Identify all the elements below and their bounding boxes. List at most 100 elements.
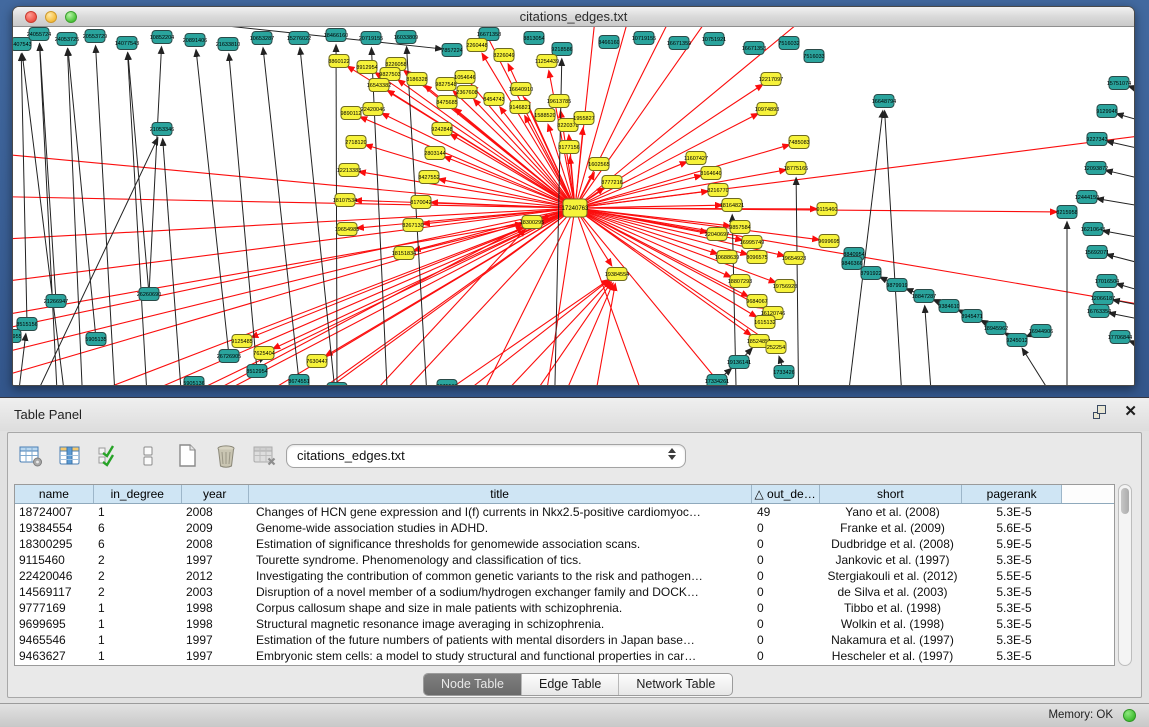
- graph-node[interactable]: 2367608: [456, 86, 477, 99]
- column-header-in_degree[interactable]: in_degree: [94, 485, 182, 503]
- graph-node[interactable]: 15751074: [1107, 77, 1131, 90]
- citation-edge-red[interactable]: [414, 208, 575, 250]
- graph-node[interactable]: 8813054: [523, 32, 544, 45]
- graph-node[interactable]: 8177156: [558, 141, 579, 154]
- graph-node[interactable]: 8475685: [436, 96, 457, 109]
- graph-node[interactable]: 2260448: [466, 39, 487, 52]
- column-header-year[interactable]: year: [182, 485, 249, 503]
- graph-node[interactable]: 18945962: [984, 322, 1008, 335]
- graph-node[interactable]: 20891406: [183, 34, 207, 47]
- citation-edge-black[interactable]: [22, 54, 69, 386]
- graph-node[interactable]: 1407543: [13, 38, 32, 51]
- graph-node[interactable]: 8186328: [406, 73, 427, 86]
- tab-node-table[interactable]: Node Table: [424, 674, 522, 695]
- graph-node[interactable]: 9115460: [816, 203, 837, 216]
- citation-edge-red[interactable]: [13, 208, 575, 386]
- citation-edge-black[interactable]: [1109, 313, 1134, 323]
- graph-node[interactable]: 24055724: [27, 28, 51, 41]
- citation-edge-red[interactable]: [13, 208, 575, 336]
- graph-node[interactable]: 15692071: [1085, 246, 1109, 259]
- graph-node[interactable]: 9245012: [1006, 334, 1027, 347]
- citation-edge-red[interactable]: [13, 196, 575, 208]
- citation-edge-red[interactable]: [249, 208, 575, 386]
- citation-edge-black[interactable]: [1129, 341, 1134, 353]
- graph-node[interactable]: 9857584: [729, 221, 750, 234]
- memory-ok-icon[interactable]: [1123, 709, 1136, 722]
- column-header-title[interactable]: title: [249, 485, 752, 503]
- table-row[interactable]: 969969511998Structural magnetic resonanc…: [15, 616, 1114, 632]
- graph-node[interactable]: 10852204: [150, 31, 174, 44]
- graph-node[interactable]: 16671353: [742, 42, 766, 55]
- citation-edge-red[interactable]: [575, 27, 734, 208]
- graph-node[interactable]: 10688639: [715, 251, 739, 264]
- graph-node[interactable]: 8215958: [1056, 206, 1077, 219]
- graph-node[interactable]: 1588520: [534, 109, 555, 122]
- graph-node[interactable]: 26260690: [137, 288, 161, 301]
- citation-edge-black[interactable]: [263, 48, 299, 381]
- graph-node[interactable]: 2803144: [424, 147, 445, 160]
- graph-node[interactable]: 19654985: [335, 223, 359, 236]
- graph-node[interactable]: 8164640: [700, 167, 721, 180]
- graph-node[interactable]: 16640910: [509, 83, 533, 96]
- graph-node[interactable]: 12213383: [337, 164, 361, 177]
- graph-node[interactable]: 9384610: [938, 300, 959, 313]
- graph-node[interactable]: 8226049: [493, 49, 514, 62]
- citation-edge-red[interactable]: [575, 131, 1134, 208]
- citation-edge-black[interactable]: [1103, 231, 1134, 241]
- graph-node[interactable]: 18164821: [720, 199, 744, 212]
- table-row[interactable]: 2242004622012Investigating the contribut…: [15, 568, 1114, 584]
- graph-node[interactable]: 9846366: [841, 257, 862, 270]
- graph-node[interactable]: 9890112: [340, 107, 361, 120]
- graph-node[interactable]: 12066187: [1091, 292, 1115, 305]
- citation-edge-black[interactable]: [371, 48, 389, 386]
- graph-node[interactable]: 16995749: [740, 236, 764, 249]
- graph-node[interactable]: 8674551: [288, 375, 309, 387]
- window-titlebar[interactable]: citations_edges.txt: [13, 7, 1134, 27]
- graph-node[interactable]: 16033809: [394, 31, 418, 44]
- graph-node[interactable]: 9129946: [1096, 105, 1117, 118]
- graph-node[interactable]: 9125485: [231, 335, 252, 348]
- graph-node[interactable]: 10653287: [250, 32, 274, 45]
- citation-edge-red[interactable]: [429, 280, 609, 386]
- graph-node[interactable]: 8427552: [418, 171, 439, 184]
- table-row[interactable]: 1938455462009Genome-wide association stu…: [15, 520, 1114, 536]
- graph-node[interactable]: 8512955: [13, 330, 22, 343]
- citation-edge-black[interactable]: [21, 54, 27, 324]
- table-row[interactable]: 946362711997Embryonic stem cells: a mode…: [15, 648, 1114, 664]
- graph-node[interactable]: 9242848: [431, 123, 452, 136]
- graph-node[interactable]: 16543382: [367, 79, 391, 92]
- citation-edge-red[interactable]: [149, 208, 575, 386]
- graph-node[interactable]: 9699695: [818, 235, 839, 248]
- citation-edge-black[interactable]: [163, 139, 184, 386]
- graph-node[interactable]: 24053725: [55, 33, 79, 46]
- tab-network-table[interactable]: Network Table: [619, 674, 732, 695]
- citation-edge-black[interactable]: [1106, 170, 1134, 183]
- graph-node[interactable]: 12093872: [1084, 162, 1108, 175]
- graph-node[interactable]: 9879919: [886, 279, 907, 292]
- graph-node[interactable]: 10974893: [755, 103, 779, 116]
- graph-node[interactable]: 17334261: [705, 375, 729, 387]
- graph-node[interactable]: 12444159: [1075, 191, 1099, 204]
- citation-edge-red[interactable]: [13, 208, 575, 386]
- graph-node[interactable]: 9674552: [326, 383, 347, 387]
- graph-node[interactable]: 18300295: [520, 216, 544, 229]
- citation-edge-red[interactable]: [13, 151, 575, 208]
- graph-node[interactable]: 1733426: [773, 366, 794, 379]
- graph-node[interactable]: 17240763: [562, 199, 589, 217]
- graph-node[interactable]: 19756928: [773, 280, 797, 293]
- citation-edge-black[interactable]: [128, 53, 149, 294]
- citation-edge-black[interactable]: [1022, 348, 1074, 386]
- citation-edge-black[interactable]: [67, 49, 84, 386]
- citation-edge-black[interactable]: [196, 50, 229, 356]
- column-header-name[interactable]: name: [15, 485, 94, 503]
- column-header-pagerank[interactable]: pagerank: [962, 485, 1062, 503]
- graph-node[interactable]: 1615132: [754, 316, 775, 329]
- graph-node[interactable]: 8912954: [356, 61, 377, 74]
- graph-node[interactable]: 10719155: [632, 32, 656, 45]
- graph-node[interactable]: 16944906: [1029, 325, 1053, 338]
- citation-edge-black[interactable]: [1129, 86, 1134, 96]
- citation-edge-black[interactable]: [229, 54, 257, 371]
- graph-node[interactable]: 21266947: [44, 295, 68, 308]
- graph-node[interactable]: 16210643: [1081, 223, 1105, 236]
- graph-node[interactable]: 8791922: [860, 267, 881, 280]
